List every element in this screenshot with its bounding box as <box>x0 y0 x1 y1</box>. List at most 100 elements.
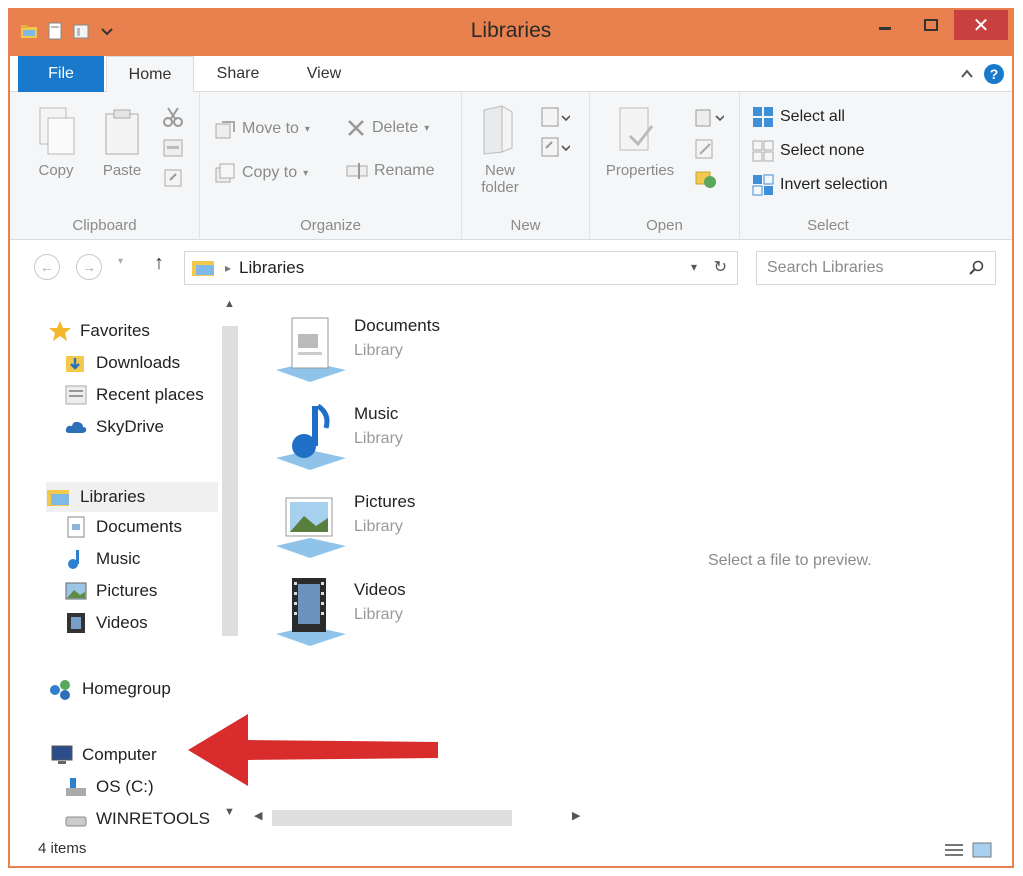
help-icon[interactable]: ? <box>984 64 1004 84</box>
address-bar[interactable]: ▸ Libraries ▾ ↻ <box>184 251 738 285</box>
properties-button[interactable]: Properties <box>594 162 686 179</box>
library-name: Music <box>354 404 399 423</box>
nav-music-label: Music <box>96 549 141 568</box>
back-arrow-icon: ← <box>40 259 54 275</box>
select-group: Select all Select none Invert selection … <box>740 92 916 240</box>
library-name: Documents <box>354 316 440 335</box>
new-folder-button[interactable]: New folder <box>470 162 530 196</box>
breadcrumb-chevron-icon[interactable]: ▸ <box>225 261 231 275</box>
paste-shortcut-icon[interactable] <box>162 168 184 188</box>
copy-path-icon[interactable] <box>162 138 184 158</box>
nav-recent-places[interactable]: Recent places <box>64 384 204 406</box>
scroll-right-arrow-icon[interactable]: ▶ <box>572 809 580 822</box>
library-music[interactable]: Music Library <box>270 398 570 478</box>
paste-button[interactable]: Paste <box>94 162 150 179</box>
collapse-ribbon-icon[interactable] <box>960 67 974 81</box>
library-documents[interactable]: Documents Library <box>270 310 570 390</box>
tab-view[interactable]: View <box>286 56 362 92</box>
details-view-icon[interactable] <box>944 842 964 858</box>
library-type: Library <box>354 430 403 447</box>
music-note-icon <box>68 550 79 569</box>
pictures-icon <box>276 497 346 558</box>
title-bar: Libraries ✕ <box>10 10 1012 56</box>
breadcrumb-libraries[interactable]: Libraries <box>239 258 304 278</box>
nav-libraries[interactable]: Libraries <box>46 482 218 512</box>
close-button[interactable]: ✕ <box>954 10 1008 40</box>
forward-arrow-icon: → <box>82 259 96 275</box>
maximize-button[interactable] <box>908 10 954 40</box>
edit-icon[interactable] <box>694 138 716 160</box>
horizontal-scroll-thumb[interactable] <box>272 810 512 826</box>
nav-downloads-label: Downloads <box>96 353 181 372</box>
downloads-icon <box>66 356 84 372</box>
nav-recent-places-label: Recent places <box>96 385 204 404</box>
easy-access-icon[interactable] <box>540 136 570 158</box>
music-icon <box>276 403 346 470</box>
delete-button[interactable]: Delete ▾ <box>346 118 429 138</box>
invert-selection-button[interactable]: Invert selection <box>752 174 888 196</box>
nav-documents[interactable]: Documents <box>64 516 182 538</box>
drive-icon <box>65 816 87 827</box>
tab-file[interactable]: File <box>18 56 104 92</box>
library-name: Pictures <box>354 492 416 511</box>
view-toggle <box>944 842 992 858</box>
nav-os-drive[interactable]: OS (C:) <box>64 776 154 798</box>
status-bar: 4 items <box>10 836 1012 866</box>
history-icon[interactable] <box>694 168 718 190</box>
large-icons-view-icon[interactable] <box>972 842 992 858</box>
nav-computer[interactable]: Computer <box>48 744 157 766</box>
open-icon[interactable] <box>694 108 724 128</box>
libraries-icon <box>47 490 69 506</box>
minimize-button[interactable] <box>862 10 908 40</box>
nav-pane-scroll-thumb[interactable] <box>222 326 238 636</box>
nav-winretools-drive[interactable]: WINRETOOLS <box>64 808 210 830</box>
maximize-icon <box>924 19 938 31</box>
rename-button[interactable]: Rename <box>346 162 434 180</box>
select-all-button[interactable]: Select all <box>752 106 845 128</box>
tab-home[interactable]: Home <box>106 56 194 93</box>
clipboard-group: Copy Paste Clipboard <box>10 92 200 240</box>
minimize-icon <box>879 27 891 30</box>
select-none-button[interactable]: Select none <box>752 140 865 162</box>
copy-to-button[interactable]: Copy to ▾ <box>214 162 308 184</box>
scroll-left-arrow-icon[interactable]: ◀ <box>254 809 262 822</box>
nav-music[interactable]: Music <box>64 548 140 570</box>
cloud-icon <box>65 421 87 433</box>
nav-downloads[interactable]: Downloads <box>64 352 180 374</box>
forward-button[interactable]: → <box>76 254 102 280</box>
nav-favorites[interactable]: Favorites <box>48 320 150 342</box>
move-to-button[interactable]: Move to ▾ <box>214 118 310 140</box>
rename-label: Rename <box>374 162 435 179</box>
horizontal-scrollbar[interactable]: ◀ ▶ <box>250 806 590 830</box>
computer-icon <box>51 745 73 764</box>
select-none-icon <box>752 140 774 162</box>
cut-icon[interactable] <box>162 106 184 128</box>
library-pictures[interactable]: Pictures Library <box>270 486 570 566</box>
tab-share[interactable]: Share <box>200 56 276 92</box>
nav-pictures[interactable]: Pictures <box>64 580 157 602</box>
nav-homegroup[interactable]: Homegroup <box>48 678 171 700</box>
recent-locations-dropdown[interactable]: ▾ <box>118 256 123 267</box>
document-icon <box>67 516 85 538</box>
up-button[interactable]: ↑ <box>154 252 164 275</box>
select-none-label: Select none <box>780 142 865 159</box>
search-input[interactable]: Search Libraries <box>756 251 996 285</box>
select-all-icon <box>753 107 773 127</box>
explorer-window: Libraries ✕ File Home Share View ? Copy … <box>8 8 1014 868</box>
address-history-icon[interactable]: ▾ <box>691 260 697 274</box>
rename-icon <box>346 163 368 179</box>
scroll-down-arrow-icon[interactable]: ▼ <box>224 806 235 818</box>
nav-skydrive[interactable]: SkyDrive <box>64 416 164 438</box>
nav-documents-label: Documents <box>96 517 182 536</box>
back-button[interactable]: ← <box>34 254 60 280</box>
scroll-up-arrow-icon[interactable]: ▲ <box>224 298 235 310</box>
copy-button[interactable]: Copy <box>28 162 84 179</box>
organize-group: Move to ▾ Copy to ▾ Delete ▾ Rename Orga… <box>200 92 462 240</box>
new-item-icon[interactable] <box>540 106 570 128</box>
refresh-icon[interactable]: ↻ <box>714 257 727 277</box>
close-icon: ✕ <box>972 14 990 37</box>
nav-videos[interactable]: Videos <box>64 612 148 634</box>
preview-message: Select a file to preview. <box>708 552 872 569</box>
library-videos[interactable]: Videos Library <box>270 574 570 654</box>
move-to-label: Move to <box>242 120 299 137</box>
